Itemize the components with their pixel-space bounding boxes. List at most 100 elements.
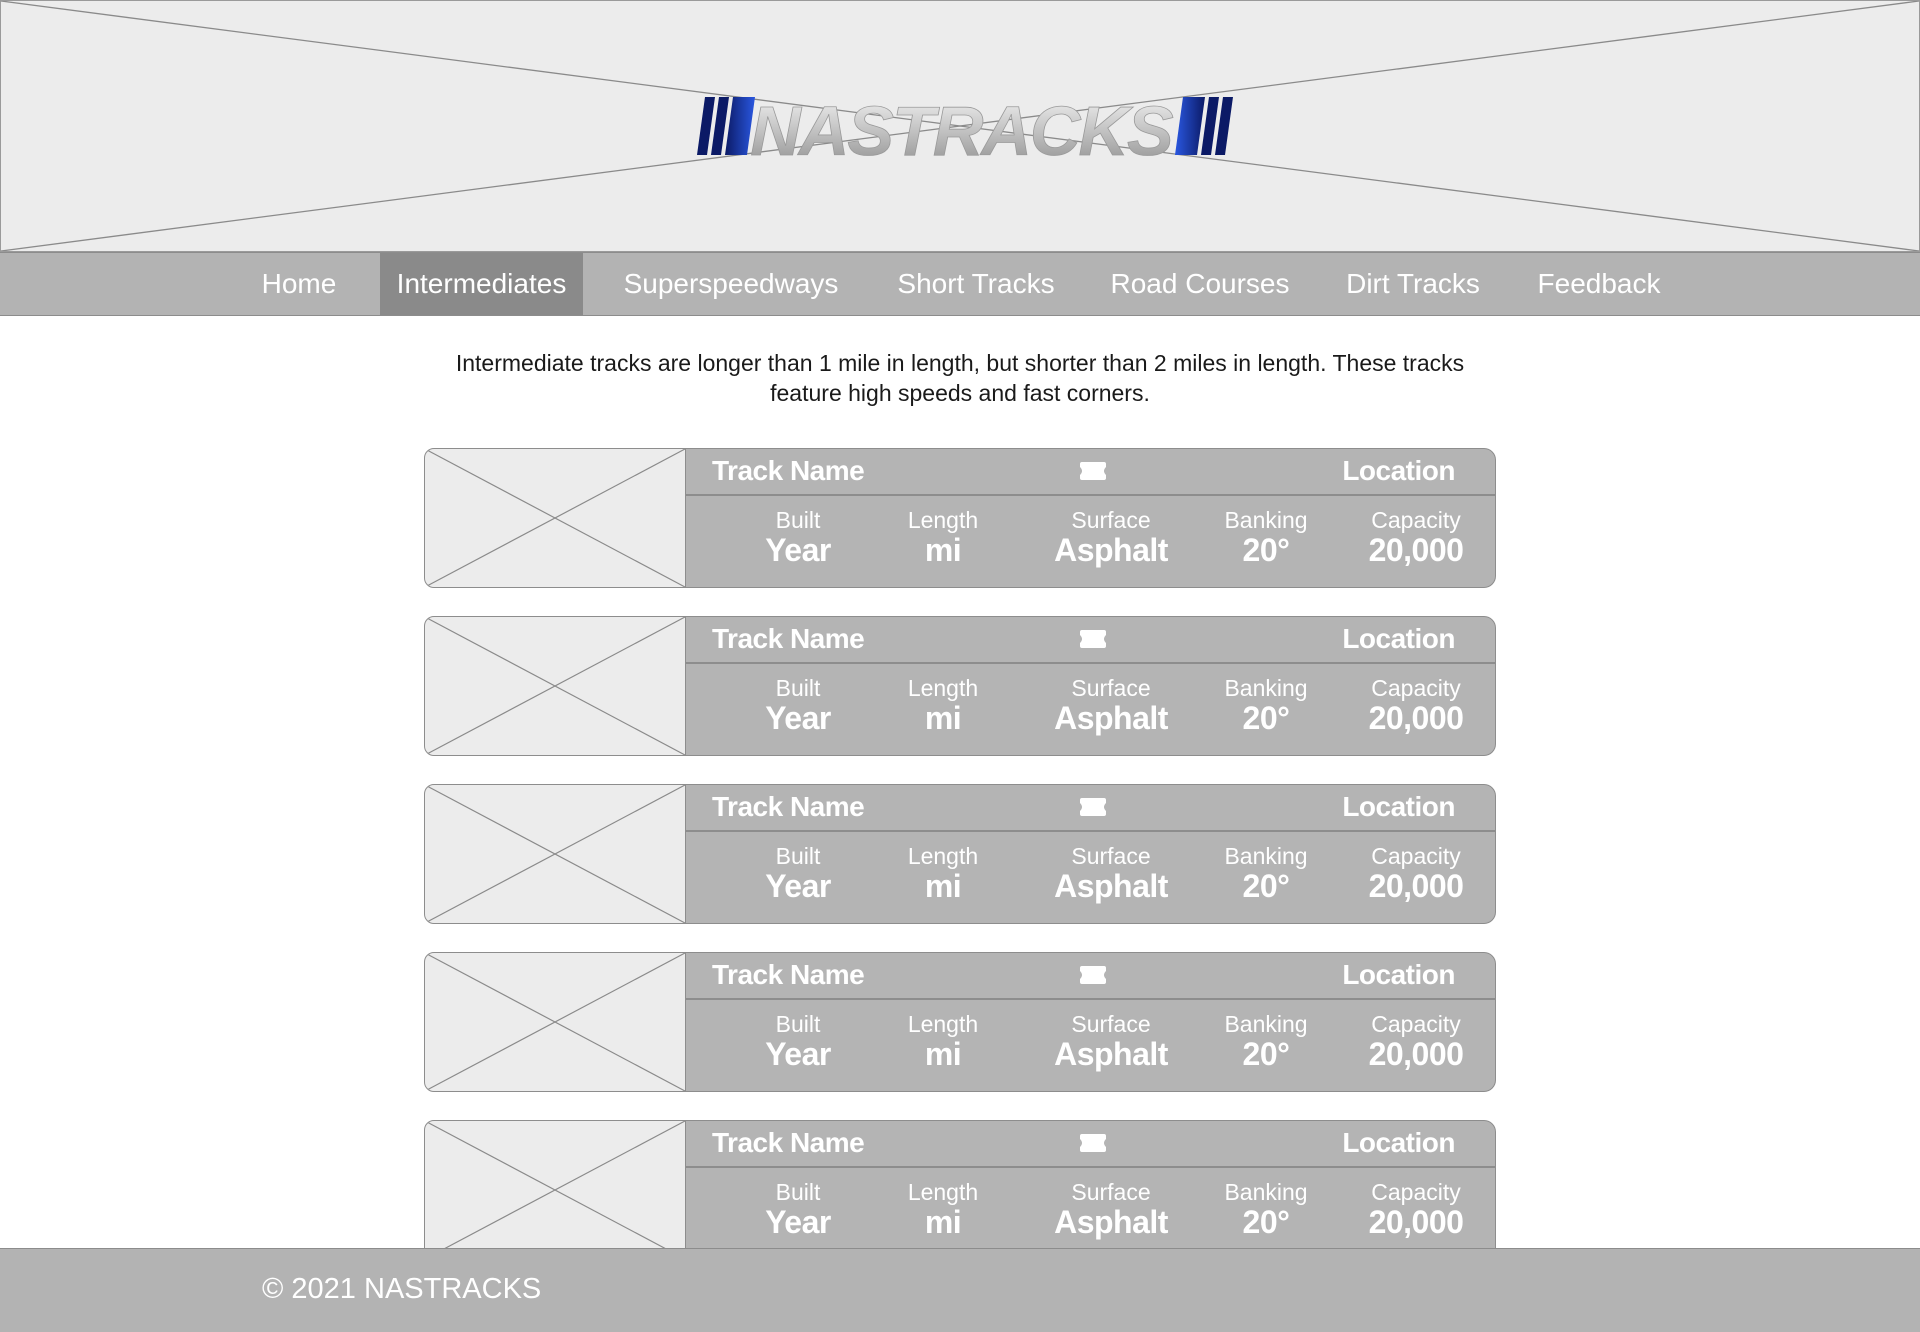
stat-capacity-label: Capacity bbox=[1371, 1011, 1461, 1037]
stat-surface-label: Surface bbox=[1071, 1011, 1151, 1037]
stat-length: Length mi bbox=[868, 1011, 1018, 1071]
stat-banking-value: 20° bbox=[1242, 1204, 1290, 1240]
header-banner: NASTRACKS bbox=[0, 0, 1920, 252]
stat-surface-value: Asphalt bbox=[1054, 700, 1168, 736]
stat-surface-value: Asphalt bbox=[1054, 1204, 1168, 1240]
stat-length: Length mi bbox=[868, 507, 1018, 567]
track-card[interactable]: Track Name Location Built Year Length mi Surfa… bbox=[424, 1120, 1496, 1260]
stat-length-label: Length bbox=[907, 675, 979, 701]
stat-banking-value: 20° bbox=[1242, 1036, 1290, 1072]
stat-capacity-label: Capacity bbox=[1371, 1179, 1461, 1205]
track-header: Track Name Location bbox=[686, 953, 1495, 1000]
track-info: Track Name Location Built Year Length mi Surfa… bbox=[685, 952, 1496, 1092]
stat-surface-label: Surface bbox=[1071, 1179, 1151, 1205]
stat-built: Built Year bbox=[723, 675, 873, 735]
nav-dirt-tracks[interactable]: Dirt Tracks bbox=[1330, 253, 1496, 315]
nastracks-logo[interactable]: NASTRACKS bbox=[689, 85, 1233, 169]
stat-surface-label: Surface bbox=[1071, 843, 1151, 869]
footer-copyright: © 2021 NASTRACKS bbox=[262, 1273, 542, 1305]
track-image-placeholder bbox=[424, 1120, 686, 1260]
stat-built: Built Year bbox=[723, 507, 873, 567]
stat-banking-value: 20° bbox=[1242, 700, 1290, 736]
track-info: Track Name Location Built Year Length mi Surfa… bbox=[685, 448, 1496, 588]
track-location: Location bbox=[1342, 623, 1455, 654]
stat-banking: Banking 20° bbox=[1191, 507, 1341, 567]
track-card[interactable]: Track Name Location Built Year Length mi Surfa… bbox=[424, 952, 1496, 1092]
track-name: Track Name bbox=[712, 455, 865, 486]
stat-capacity-label: Capacity bbox=[1371, 843, 1461, 869]
nav-short-tracks[interactable]: Short Tracks bbox=[880, 253, 1072, 315]
stat-banking: Banking 20° bbox=[1191, 843, 1341, 903]
stat-banking-label: Banking bbox=[1224, 507, 1308, 533]
stat-surface: Surface Asphalt bbox=[1036, 843, 1186, 903]
track-header: Track Name Location bbox=[686, 617, 1495, 664]
stat-length-label: Length bbox=[907, 1179, 979, 1205]
stat-banking-label: Banking bbox=[1224, 1179, 1308, 1205]
stat-length-value: mi bbox=[924, 1204, 962, 1240]
track-image-placeholder bbox=[424, 784, 686, 924]
track-image-placeholder bbox=[424, 952, 686, 1092]
stat-capacity: Capacity 20,000 bbox=[1341, 1011, 1491, 1071]
stat-banking-value: 20° bbox=[1242, 532, 1290, 568]
footer: © 2021 NASTRACKS bbox=[0, 1248, 1920, 1332]
stat-surface-label: Surface bbox=[1071, 675, 1151, 701]
stat-capacity-value: 20,000 bbox=[1368, 532, 1464, 568]
stat-banking-label: Banking bbox=[1224, 843, 1308, 869]
stat-capacity: Capacity 20,000 bbox=[1341, 675, 1491, 735]
track-name: Track Name bbox=[712, 791, 865, 822]
stat-banking-label: Banking bbox=[1224, 675, 1308, 701]
stat-built-label: Built bbox=[775, 675, 821, 701]
stat-length-label: Length bbox=[907, 843, 979, 869]
stat-built: Built Year bbox=[723, 843, 873, 903]
intro-text: Intermediate tracks are longer than 1 mi… bbox=[455, 350, 1465, 406]
nav-road-courses[interactable]: Road Courses bbox=[1100, 253, 1300, 315]
track-location: Location bbox=[1342, 1127, 1455, 1158]
track-header: Track Name Location bbox=[686, 1121, 1495, 1168]
stat-capacity: Capacity 20,000 bbox=[1341, 507, 1491, 567]
stat-surface: Surface Asphalt bbox=[1036, 1011, 1186, 1071]
nav-home[interactable]: Home bbox=[247, 253, 351, 315]
stat-built-label: Built bbox=[775, 507, 821, 533]
stat-built-value: Year bbox=[765, 532, 831, 568]
stat-capacity-label: Capacity bbox=[1371, 507, 1461, 533]
stat-length: Length mi bbox=[868, 1179, 1018, 1239]
track-card[interactable]: Track Name Location Built Year Length mi Surfa… bbox=[424, 448, 1496, 588]
track-location: Location bbox=[1342, 959, 1455, 990]
track-oval-icon bbox=[1080, 1134, 1106, 1152]
stat-built: Built Year bbox=[723, 1179, 873, 1239]
track-oval-icon bbox=[1080, 798, 1106, 816]
stat-surface-label: Surface bbox=[1071, 507, 1151, 533]
stat-surface-value: Asphalt bbox=[1054, 868, 1168, 904]
track-location: Location bbox=[1342, 791, 1455, 822]
stat-built-label: Built bbox=[775, 1011, 821, 1037]
track-name: Track Name bbox=[712, 1127, 865, 1158]
stat-built-value: Year bbox=[765, 868, 831, 904]
stat-built-value: Year bbox=[765, 1036, 831, 1072]
stat-capacity-value: 20,000 bbox=[1368, 1204, 1464, 1240]
track-header: Track Name Location bbox=[686, 449, 1495, 496]
nav-superspeedways[interactable]: Superspeedways bbox=[612, 253, 850, 315]
stat-built-value: Year bbox=[765, 1204, 831, 1240]
stat-capacity-label: Capacity bbox=[1371, 675, 1461, 701]
track-oval-icon bbox=[1080, 462, 1106, 480]
nav-intermediates[interactable]: Intermediates bbox=[380, 253, 583, 315]
main-nav: Home Intermediates Superspeedways Short … bbox=[0, 252, 1920, 316]
stat-built-value: Year bbox=[765, 700, 831, 736]
stat-capacity: Capacity 20,000 bbox=[1341, 1179, 1491, 1239]
nav-feedback[interactable]: Feedback bbox=[1526, 253, 1672, 315]
track-card[interactable]: Track Name Location Built Year Length mi Surfa… bbox=[424, 616, 1496, 756]
stat-banking: Banking 20° bbox=[1191, 1011, 1341, 1071]
stat-capacity-value: 20,000 bbox=[1368, 1036, 1464, 1072]
stat-banking-label: Banking bbox=[1224, 1011, 1308, 1037]
track-card[interactable]: Track Name Location Built Year Length mi Surfa… bbox=[424, 784, 1496, 924]
stat-length-value: mi bbox=[924, 868, 962, 904]
stat-length-label: Length bbox=[907, 1011, 979, 1037]
track-oval-icon bbox=[1080, 966, 1106, 984]
logo-text: NASTRACKS bbox=[750, 92, 1173, 169]
track-image-placeholder bbox=[424, 448, 686, 588]
track-location: Location bbox=[1342, 455, 1455, 486]
stat-length: Length mi bbox=[868, 675, 1018, 735]
stat-built-label: Built bbox=[775, 843, 821, 869]
stat-capacity-value: 20,000 bbox=[1368, 700, 1464, 736]
stat-surface: Surface Asphalt bbox=[1036, 1179, 1186, 1239]
